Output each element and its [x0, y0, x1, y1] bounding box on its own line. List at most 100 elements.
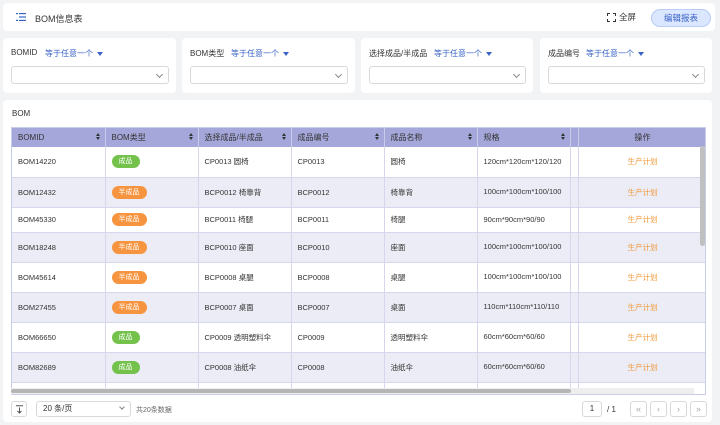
table-row[interactable]: BOM14220 成品 CP0013 圆椅 CP0013 圆椅 120cm*120cm*1… [12, 147, 705, 178]
column-header-type[interactable]: BOM类型 [105, 128, 199, 147]
cell-extra [570, 147, 579, 178]
cell-extra [570, 262, 579, 293]
type-badge: 成品 [111, 330, 140, 344]
edit-report-button[interactable]: 编辑报表 [651, 9, 711, 27]
column-header-product[interactable]: 选择成品/半成品 [198, 128, 292, 147]
cell-code: CP0008 [291, 352, 385, 383]
bom-table-panel: BOM BOMID BOM类型 选择成品/半成品 成品编号 成品名称 规格 操作… [3, 100, 712, 422]
cell-code: BCP0011 [291, 207, 385, 233]
table-row[interactable]: BOM27455 半成品 BCP0007 桌面 BCP0007 桌面 110cm*110c… [12, 292, 705, 323]
last-page-button[interactable]: » [690, 401, 707, 417]
filter-label: BOM类型 [190, 49, 225, 58]
fullscreen-icon [607, 12, 616, 22]
cell-spec: 110cm*110cm*110/110 [477, 292, 571, 323]
fullscreen-button[interactable]: 全屏 [607, 11, 636, 23]
filter-select[interactable] [369, 66, 526, 84]
sort-icon[interactable] [188, 133, 194, 141]
prev-page-button[interactable]: ‹ [650, 401, 667, 417]
filter-operator[interactable]: 等于任意一个 [434, 48, 492, 59]
column-header-extra[interactable] [570, 128, 579, 147]
filter-operator[interactable]: 等于任意一个 [45, 48, 103, 59]
table-row[interactable]: BOM82689 成品 CP0008 油纸伞 CP0008 油纸伞 60cm*60cm*6… [12, 352, 705, 383]
type-badge: 成品 [111, 155, 140, 169]
table-row[interactable]: BOM12432 半成品 BCP0012 椅靠背 BCP0012 椅靠背 100cm*10… [12, 177, 705, 208]
filter-label: BOMID [11, 48, 38, 57]
filter-select[interactable] [11, 66, 169, 84]
cell-spec: 100cm*100cm*100/100 [477, 177, 571, 208]
column-header-name[interactable]: 成品名称 [384, 128, 478, 147]
cell-extra [570, 352, 579, 383]
table-row[interactable]: BOM66650 成品 CP0009 透明塑料伞 CP0009 透明塑料伞 60cm*60… [12, 322, 705, 353]
cell-product: CP0013 圆椅 [198, 147, 292, 178]
type-badge: 半成品 [111, 185, 147, 199]
type-badge: 成品 [111, 360, 140, 374]
cell-bomid: BOM14220 [12, 147, 106, 178]
page-number-input[interactable]: 1 [582, 401, 602, 417]
scrollbar-thumb[interactable] [700, 146, 705, 246]
filter-operator[interactable]: 等于任意一个 [586, 48, 644, 59]
table-row[interactable]: BOM18248 半成品 BCP0010 座面 BCP0010 座面 100cm*100c… [12, 232, 705, 263]
production-plan-link[interactable]: 生产计划 [578, 292, 705, 323]
production-plan-link[interactable]: 生产计划 [578, 207, 705, 233]
type-badge: 半成品 [111, 240, 147, 254]
sort-icon[interactable] [281, 133, 287, 141]
cell-product: BCP0010 座面 [198, 232, 292, 263]
column-header-spec[interactable]: 规格 [477, 128, 571, 147]
cell-spec: 90cm*90cm*90/90 [477, 207, 571, 233]
total-count: 共20条数据 [136, 407, 172, 414]
cell-spec: 100cm*100cm*100/100 [477, 262, 571, 293]
cell-extra [570, 322, 579, 353]
cell-bomid: BOM45614 [12, 262, 106, 293]
cell-name: 桌腿 [384, 262, 478, 293]
cell-extra [570, 177, 579, 208]
chevron-down-icon [334, 70, 343, 79]
cell-extra [570, 292, 579, 323]
production-plan-link[interactable]: 生产计划 [578, 177, 705, 208]
filter-select[interactable] [548, 66, 705, 84]
production-plan-link[interactable]: 生产计划 [578, 352, 705, 383]
export-button[interactable] [11, 401, 27, 417]
menu-icon[interactable] [16, 12, 26, 22]
cell-name: 透明塑料伞 [384, 322, 478, 353]
top-bar: BOM信息表 全屏 编辑报表 [3, 3, 715, 31]
column-header-code[interactable]: 成品编号 [291, 128, 385, 147]
scrollbar-thumb[interactable] [11, 389, 571, 393]
cell-type: 成品 [105, 352, 199, 383]
horizontal-scrollbar[interactable] [11, 388, 694, 394]
cell-spec: 60cm*60cm*60/60 [477, 322, 571, 353]
cell-product: CP0008 油纸伞 [198, 352, 292, 383]
cell-extra [570, 207, 579, 233]
type-badge: 半成品 [111, 270, 147, 284]
caret-down-icon [638, 51, 644, 56]
filter-bomid: BOMID 等于任意一个 [3, 38, 176, 93]
type-badge: 半成品 [111, 213, 147, 226]
filter-product-code: 成品编号 等于任意一个 [540, 38, 712, 93]
column-header-bomid[interactable]: BOMID [12, 128, 106, 147]
cell-type: 半成品 [105, 292, 199, 323]
cell-spec: 120cm*120cm*120/120 [477, 147, 571, 178]
sort-icon[interactable] [374, 133, 380, 141]
filter-select[interactable] [190, 66, 348, 84]
cell-spec: 60cm*60cm*60/60 [477, 352, 571, 383]
production-plan-link[interactable]: 生产计划 [578, 232, 705, 263]
type-badge: 半成品 [111, 300, 147, 314]
cell-type: 半成品 [105, 262, 199, 293]
cell-bomid: BOM45330 [12, 207, 106, 233]
sort-icon[interactable] [560, 133, 566, 141]
page-size-select[interactable]: 20 条/页 [36, 401, 131, 417]
table-row[interactable]: BOM45614 半成品 BCP0008 桌腿 BCP0008 桌腿 100cm*100c… [12, 262, 705, 293]
production-plan-link[interactable]: 生产计划 [578, 147, 705, 178]
sort-icon[interactable] [95, 133, 101, 141]
table-row[interactable]: BOM45330 半成品 BCP0011 椅腿 BCP0011 椅腿 90cm*90cm*… [12, 207, 705, 233]
filter-operator[interactable]: 等于任意一个 [231, 48, 289, 59]
cell-product: BCP0012 椅靠背 [198, 177, 292, 208]
production-plan-link[interactable]: 生产计划 [578, 322, 705, 353]
first-page-button[interactable]: « [630, 401, 647, 417]
fullscreen-label: 全屏 [619, 12, 637, 22]
vertical-scrollbar[interactable] [700, 146, 705, 386]
next-page-button[interactable]: › [670, 401, 687, 417]
production-plan-link[interactable]: 生产计划 [578, 262, 705, 293]
sort-icon[interactable] [467, 133, 473, 141]
bom-table: BOMID BOM类型 选择成品/半成品 成品编号 成品名称 规格 操作 BOM… [12, 128, 705, 394]
filter-label: 成品编号 [548, 49, 580, 58]
